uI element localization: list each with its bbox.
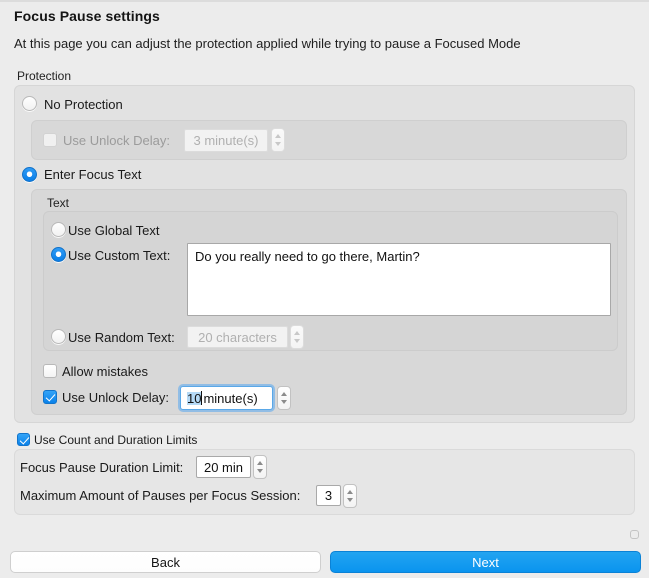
allow-mistakes-label: Allow mistakes <box>62 364 148 379</box>
window-top-edge <box>0 0 649 2</box>
checkbox-use-unlock-delay[interactable] <box>43 390 57 404</box>
radio-use-random-text-label: Use Random Text: <box>68 330 175 345</box>
focus-pause-duration-limit-label: Focus Pause Duration Limit: <box>20 460 184 475</box>
stepper-down-icon[interactable] <box>257 469 263 473</box>
stepper-down-icon[interactable] <box>347 498 353 502</box>
stepper-down-icon[interactable] <box>294 339 300 343</box>
focus-pause-duration-limit-stepper[interactable] <box>253 455 267 479</box>
checkbox-allow-mistakes[interactable] <box>43 364 57 378</box>
radio-enter-focus-text-label: Enter Focus Text <box>44 167 142 182</box>
no-protection-unlock-delay-stepper[interactable] <box>271 128 285 152</box>
checkbox-use-count-and-duration-limits[interactable] <box>17 433 30 446</box>
page-title: Focus Pause settings <box>14 8 160 24</box>
use-unlock-delay-stepper[interactable] <box>277 386 291 410</box>
maximum-pauses-stepper[interactable] <box>343 484 357 508</box>
custom-text-textarea[interactable]: Do you really need to go there, Martin? <box>187 243 611 316</box>
checkbox-no-protection-unlock-delay[interactable] <box>43 133 57 147</box>
radio-no-protection-label: No Protection <box>44 97 123 112</box>
use-unlock-delay-value-suffix: minute(s) <box>203 390 258 406</box>
stepper-up-icon[interactable] <box>281 392 287 396</box>
next-button[interactable]: Next <box>330 551 641 573</box>
use-count-and-duration-limits-label: Use Count and Duration Limits <box>34 433 198 447</box>
no-protection-unlock-delay-input[interactable]: 3 minute(s) <box>184 129 268 152</box>
radio-enter-focus-text[interactable] <box>22 167 37 182</box>
use-unlock-delay-selected-value: 10 <box>187 390 202 406</box>
stepper-down-icon[interactable] <box>281 400 287 404</box>
text-group-label: Text <box>47 196 70 210</box>
maximum-pauses-input[interactable]: 3 <box>316 485 341 506</box>
text-caret <box>201 391 203 405</box>
radio-use-global-text[interactable] <box>51 222 66 237</box>
use-unlock-delay-input[interactable]: 10 minute(s) <box>180 386 273 410</box>
radio-use-custom-text-label: Use Custom Text: <box>68 248 171 263</box>
maximum-pauses-label: Maximum Amount of Pauses per Focus Sessi… <box>20 488 301 503</box>
no-protection-unlock-delay-label: Use Unlock Delay: <box>63 133 170 148</box>
radio-use-global-text-label: Use Global Text <box>68 223 160 238</box>
use-unlock-delay-label: Use Unlock Delay: <box>62 390 169 405</box>
radio-use-random-text[interactable] <box>51 329 66 344</box>
radio-no-protection[interactable] <box>22 96 37 111</box>
stepper-up-icon[interactable] <box>275 134 281 138</box>
stepper-up-icon[interactable] <box>294 331 300 335</box>
page-subtitle: At this page you can adjust the protecti… <box>14 36 521 51</box>
resize-grip-icon[interactable] <box>630 530 639 539</box>
focus-pause-duration-limit-input[interactable]: 20 min <box>196 456 251 478</box>
stepper-up-icon[interactable] <box>347 490 353 494</box>
stepper-down-icon[interactable] <box>275 142 281 146</box>
protection-group-label: Protection <box>17 69 72 83</box>
random-text-length-stepper[interactable] <box>290 325 304 349</box>
radio-use-custom-text[interactable] <box>51 247 66 262</box>
random-text-length-input[interactable]: 20 characters <box>187 326 288 348</box>
stepper-up-icon[interactable] <box>257 461 263 465</box>
back-button[interactable]: Back <box>10 551 321 573</box>
